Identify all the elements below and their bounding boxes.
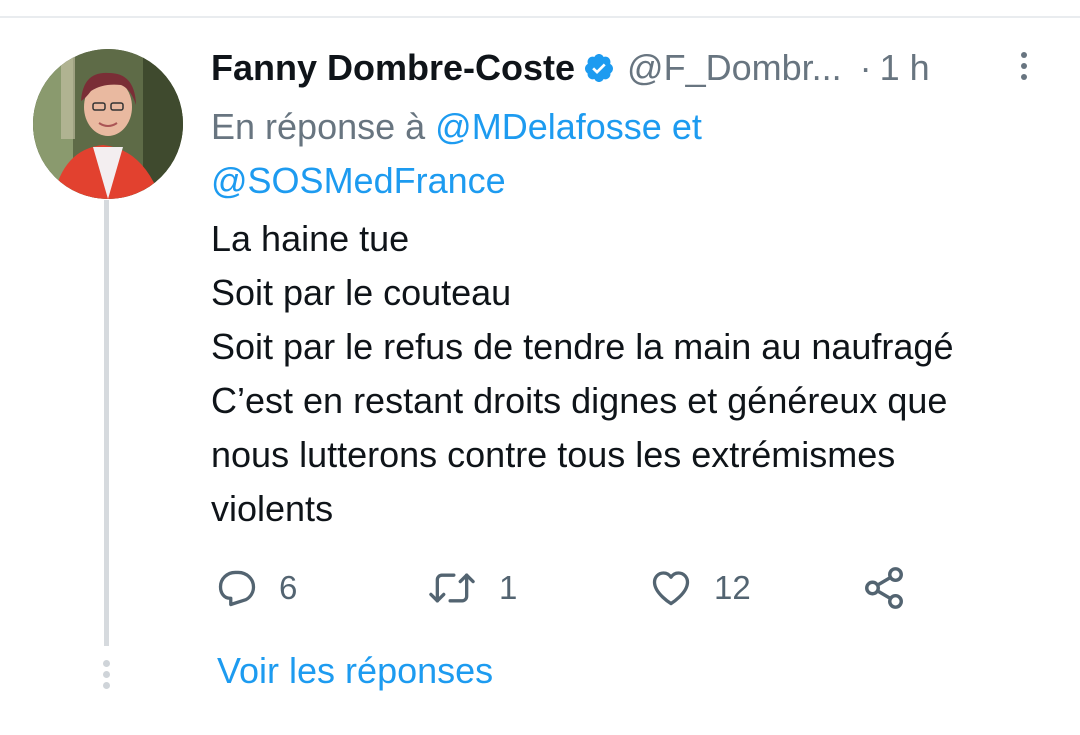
like-button[interactable]: 12 <box>648 562 751 614</box>
avatar[interactable] <box>33 49 183 199</box>
retweet-button[interactable]: 1 <box>425 562 517 614</box>
thread-continuation-dots <box>102 660 111 690</box>
author-name[interactable]: Fanny Dombre-Coste <box>211 47 575 89</box>
retweet-icon <box>429 573 475 603</box>
share-icon <box>865 567 903 609</box>
avatar-photo <box>33 49 183 199</box>
thread-line <box>104 200 109 646</box>
mention-link-2[interactable]: @SOSMedFrance <box>211 160 506 201</box>
verified-badge-icon <box>583 52 615 84</box>
share-button[interactable] <box>861 562 907 614</box>
author-handle[interactable]: @F_Dombr... <box>627 47 842 89</box>
tweet-text-line: nous lutterons contre tous les extrémism… <box>211 434 896 475</box>
more-vertical-icon[interactable] <box>1017 52 1031 86</box>
tweet-text-line: violents <box>211 488 334 529</box>
tweet-text-line: C’est en restant droits dignes et génére… <box>211 380 948 421</box>
tweet-timestamp[interactable]: 1 h <box>880 47 930 89</box>
reply-icon <box>218 570 256 607</box>
heart-icon <box>652 571 690 606</box>
tweet-header: Fanny Dombre-Coste @F_Dombr... · 1 h <box>211 44 930 92</box>
reply-prefix: En réponse à <box>211 106 426 147</box>
reply-context: En réponse à @MDelafosse et @SOSMedFranc… <box>211 100 1031 208</box>
mention-joiner: et <box>671 106 702 147</box>
tweet-text-line: Soit par le refus de tendre la main au n… <box>211 326 954 367</box>
retweet-count: 1 <box>499 569 518 606</box>
separator-dot: · <box>859 47 872 88</box>
reply-button[interactable]: 6 <box>215 562 297 614</box>
tweet-text-line: Soit par le couteau <box>211 272 512 313</box>
tweet-text: La haine tue Soit par le couteau Soit pa… <box>211 212 1071 536</box>
top-divider <box>0 16 1080 18</box>
tweet-actions: 6 1 12 <box>211 562 931 614</box>
reply-count: 6 <box>279 569 298 606</box>
mention-link-1[interactable]: @MDelafosse <box>435 106 662 147</box>
like-count: 12 <box>714 569 751 606</box>
view-replies-link[interactable]: Voir les réponses <box>217 650 493 692</box>
tweet-text-line: La haine tue <box>211 218 410 259</box>
